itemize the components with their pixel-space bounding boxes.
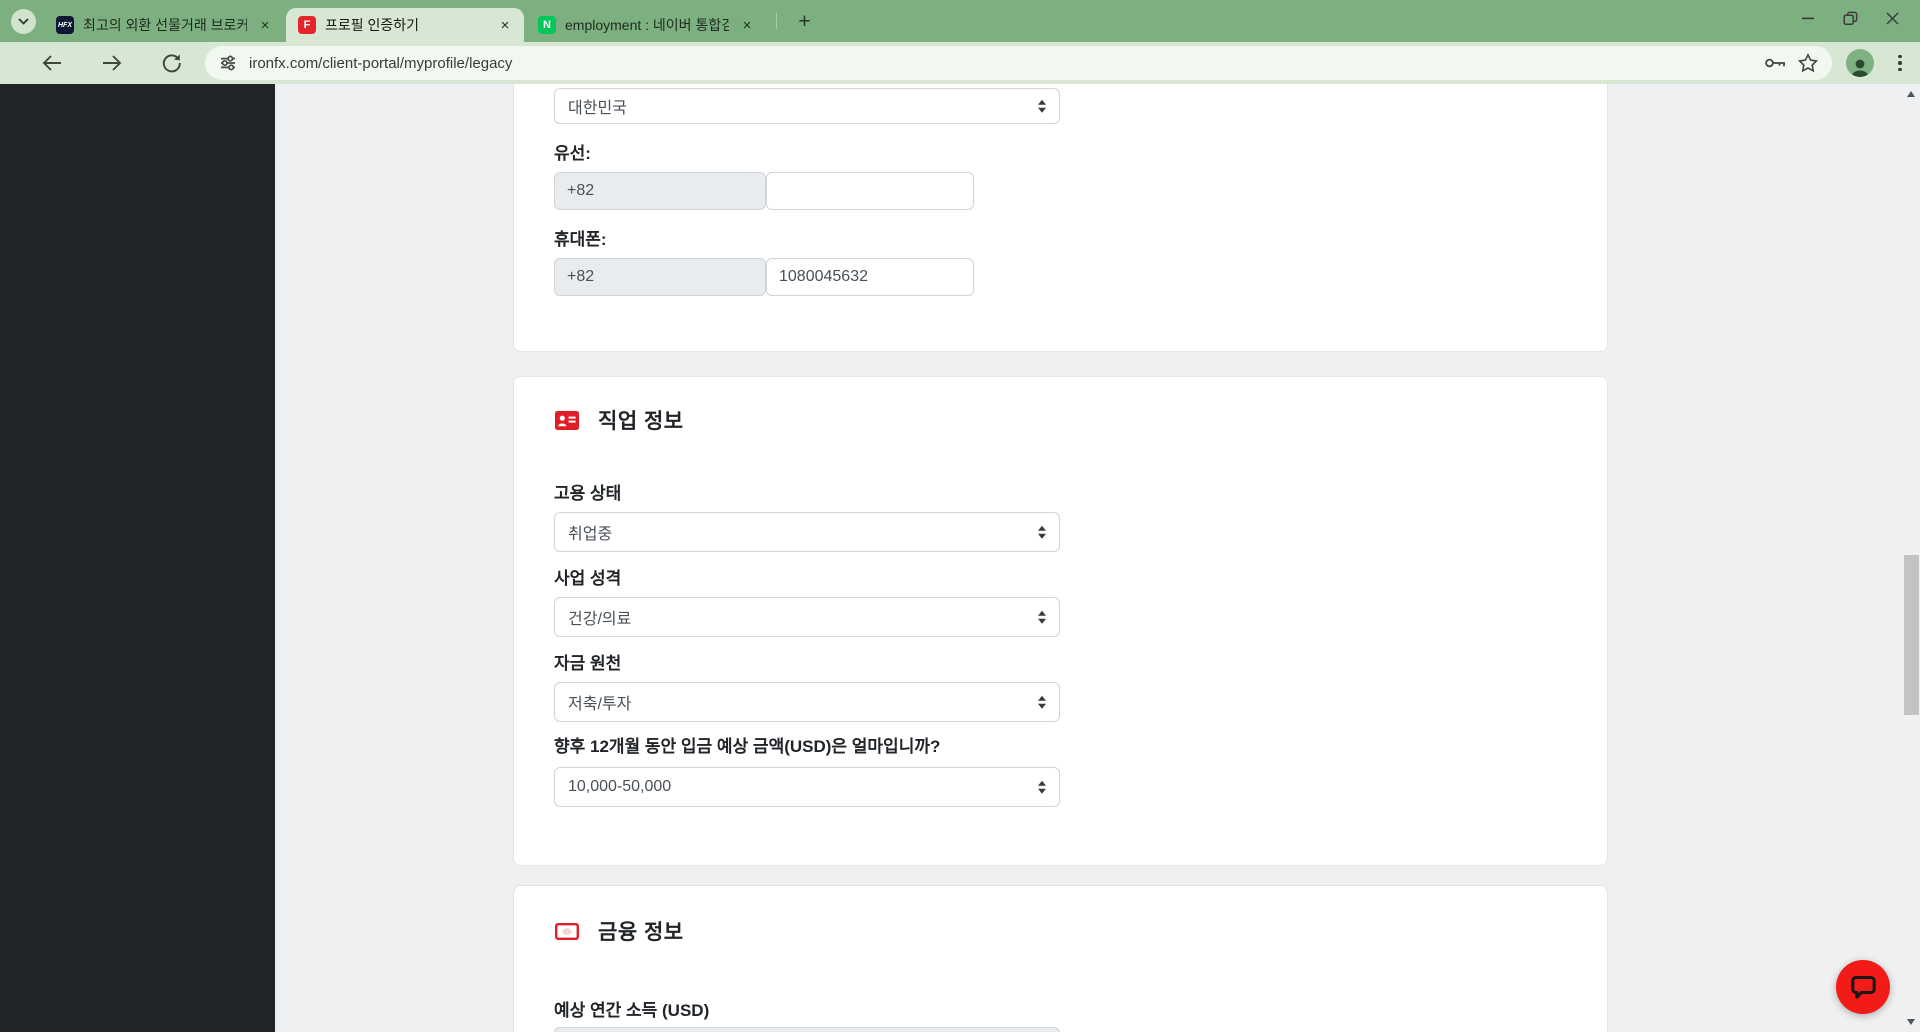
select-stepper-icon	[1038, 780, 1046, 794]
address-bar[interactable]: ironfx.com/client-portal/myprofile/legac…	[205, 46, 1832, 80]
mobile-label: 휴대폰:	[554, 230, 607, 249]
tab-title: 프로필 인증하기	[325, 17, 420, 33]
country-select-value: 대한민국	[568, 100, 627, 117]
select-stepper-icon	[1038, 525, 1046, 539]
job-section-title: 직업 정보	[598, 410, 684, 433]
funds-source-select[interactable]: 저축/투자	[554, 682, 1060, 722]
select-stepper-icon	[1038, 99, 1046, 113]
expected-deposit-value: 10,000-50,000	[568, 778, 672, 795]
close-tab-icon[interactable]: ×	[738, 16, 756, 34]
person-icon	[1851, 59, 1869, 77]
financial-section-header: 금융 정보	[555, 916, 684, 946]
employment-status-select[interactable]: 취업중	[554, 512, 1060, 552]
bookmark-star-icon[interactable]	[1798, 53, 1818, 73]
job-section-header: 직업 정보	[555, 405, 684, 435]
annual-income-select[interactable]	[554, 1027, 1060, 1032]
reload-button[interactable]	[160, 51, 184, 75]
tab-search-button[interactable]	[11, 9, 36, 34]
tab-title: 최고의 외환 선물거래 브로커	[83, 17, 247, 33]
profile-avatar[interactable]	[1846, 49, 1874, 77]
minimize-button[interactable]	[1800, 10, 1816, 26]
financial-info-card: 금융 정보 예상 연간 소득 (USD)	[513, 885, 1608, 1032]
tab-hfx[interactable]: HFX 최고의 외환 선물거래 브로커 ×	[44, 8, 284, 42]
forward-button[interactable]	[100, 51, 124, 75]
contact-card-icon	[555, 410, 579, 430]
window-controls	[1800, 0, 1920, 36]
close-tab-icon[interactable]: ×	[496, 16, 514, 34]
back-button[interactable]	[40, 51, 64, 75]
tab-title: employment : 네이버 통합검색	[565, 17, 729, 33]
restore-button[interactable]	[1842, 10, 1858, 26]
funds-source-label: 자금 원천	[554, 654, 622, 673]
browser-toolbar: ironfx.com/client-portal/myprofile/legac…	[0, 42, 1920, 84]
select-stepper-icon	[1038, 695, 1046, 709]
naver-favicon: N	[538, 16, 556, 34]
url-text[interactable]: ironfx.com/client-portal/myprofile/legac…	[249, 55, 512, 72]
country-select[interactable]: 대한민국	[554, 88, 1060, 124]
annual-income-label: 예상 연간 소득 (USD)	[554, 1001, 710, 1020]
browser-menu-button[interactable]	[1893, 52, 1907, 74]
landline-label: 유선:	[554, 144, 591, 163]
job-info-card: 직업 정보 고용 상태 취업중 사업 성격 건강/의료 자금 원천 저축/투자 …	[513, 376, 1608, 866]
select-stepper-icon	[1038, 610, 1046, 624]
landline-code-field[interactable]	[554, 172, 766, 210]
mobile-code-field[interactable]	[554, 258, 766, 296]
landline-number-field[interactable]	[766, 172, 974, 210]
forward-icon	[103, 55, 122, 71]
back-icon	[42, 55, 61, 71]
close-icon	[1885, 11, 1899, 25]
tab-naver[interactable]: N employment : 네이버 통합검색 ×	[526, 8, 766, 42]
employment-status-value: 취업중	[568, 526, 613, 543]
tab-divider	[776, 13, 777, 29]
restore-icon	[1842, 11, 1857, 25]
banknote-icon	[555, 922, 579, 940]
browser-window: HFX 최고의 외환 선물거래 브로커 × F 프로필 인증하기 × N emp…	[0, 0, 1920, 1032]
contact-card: 대한민국 유선: 휴대폰:	[513, 84, 1608, 352]
expected-deposit-label: 향후 12개월 동안 입금 예상 금액(USD)은 얼마입니까?	[554, 737, 941, 756]
expected-deposit-select[interactable]: 10,000-50,000	[554, 767, 1060, 807]
chevron-down-icon	[18, 18, 29, 25]
portal-sidebar	[0, 84, 277, 1032]
business-nature-label: 사업 성격	[554, 569, 622, 588]
scroll-down-arrow[interactable]	[1907, 1019, 1915, 1025]
business-nature-value: 건강/의료	[568, 611, 632, 628]
business-nature-select[interactable]: 건강/의료	[554, 597, 1060, 637]
mobile-number-field[interactable]	[766, 258, 974, 296]
funds-source-value: 저축/투자	[568, 696, 632, 713]
new-tab-button[interactable]: +	[792, 9, 817, 34]
minimize-icon	[1801, 17, 1814, 19]
livechat-button[interactable]	[1836, 960, 1890, 1014]
employment-status-label: 고용 상태	[554, 484, 622, 503]
scrollbar-thumb[interactable]	[1904, 555, 1919, 715]
tab-ironfx-active[interactable]: F 프로필 인증하기 ×	[286, 8, 524, 42]
ironfx-favicon: F	[298, 16, 316, 34]
close-window-button[interactable]	[1884, 10, 1900, 26]
reload-icon	[162, 54, 181, 73]
page-scrollbar[interactable]	[1903, 84, 1920, 1032]
close-tab-icon[interactable]: ×	[256, 16, 274, 34]
tab-strip: HFX 최고의 외환 선물거래 브로커 × F 프로필 인증하기 × N emp…	[0, 0, 1920, 42]
chat-bubble-icon	[1850, 975, 1876, 999]
financial-section-title: 금융 정보	[598, 921, 684, 944]
password-key-icon[interactable]	[1764, 53, 1786, 73]
scroll-up-arrow[interactable]	[1907, 91, 1915, 97]
site-settings-icon[interactable]	[219, 54, 237, 72]
hfx-favicon: HFX	[56, 16, 74, 34]
